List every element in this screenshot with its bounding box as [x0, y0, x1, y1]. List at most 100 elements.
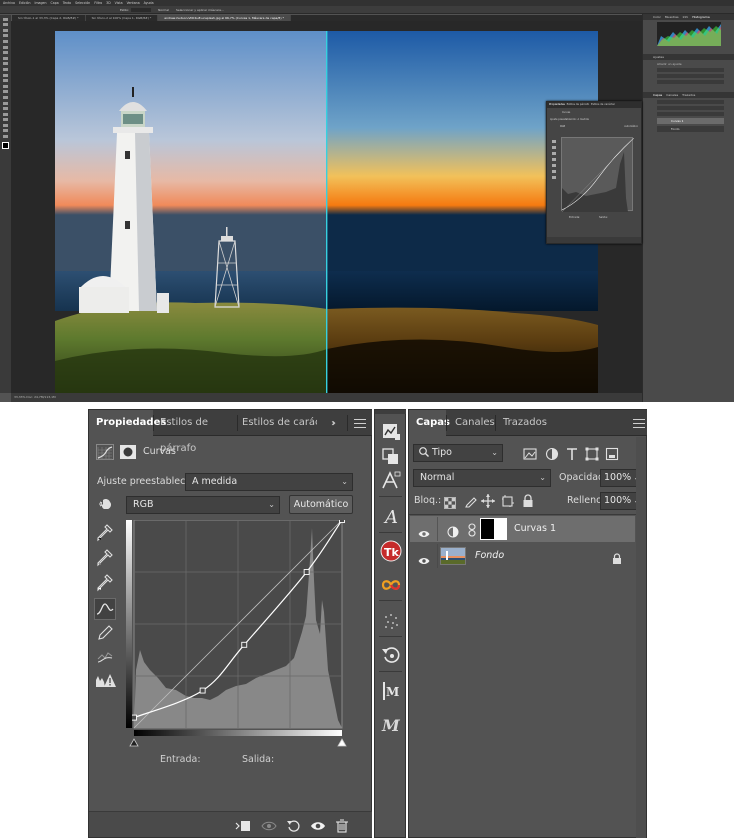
- eyedropper-icon[interactable]: [551, 140, 556, 143]
- white-point-slider-icon[interactable]: [337, 738, 347, 747]
- layer-name[interactable]: Fondo: [475, 550, 504, 561]
- layer-comps-icon[interactable]: [380, 446, 402, 468]
- smooth-curve-icon[interactable]: [96, 647, 114, 665]
- visibility-eye-icon[interactable]: [418, 551, 430, 564]
- curve-points-icon[interactable]: [551, 158, 556, 161]
- adjust-icons-row[interactable]: [657, 68, 724, 72]
- layer-row-mini[interactable]: Curvas 1: [657, 118, 724, 124]
- path-select-icon[interactable]: [3, 112, 8, 116]
- tab-properties[interactable]: Propiedades: [89, 410, 166, 436]
- curve-control-point[interactable]: [199, 687, 206, 694]
- layer-name[interactable]: Curvas 1: [514, 523, 556, 534]
- curve-control-point[interactable]: [303, 569, 310, 575]
- select-mask-button[interactable]: Seleccionar y aplicar máscara...: [176, 6, 224, 14]
- visibility-eye-icon[interactable]: [418, 524, 430, 537]
- curve-control-point[interactable]: [339, 520, 345, 523]
- layer-thumbnail[interactable]: [440, 547, 466, 565]
- pencil-icon[interactable]: [551, 164, 556, 167]
- crop-tool-icon[interactable]: [3, 39, 8, 43]
- filter-adjustment-icon[interactable]: [545, 446, 559, 461]
- layer-filter-mini[interactable]: [657, 100, 724, 104]
- channel-dropdown[interactable]: RGB ⌄: [126, 496, 280, 514]
- tab-adjustments[interactable]: Ajustes: [653, 55, 664, 59]
- lock-row-mini[interactable]: [657, 112, 724, 116]
- shape-tool-icon[interactable]: [3, 118, 8, 122]
- lock-all-icon[interactable]: [522, 493, 534, 507]
- layer-row[interactable]: Fondo: [410, 543, 635, 569]
- tab-swatches[interactable]: Muestras: [665, 15, 679, 19]
- marquee-tool-icon[interactable]: [3, 23, 8, 27]
- float-props-tabs[interactable]: Propiedades Estilos de párrafo Estilos d…: [547, 102, 641, 108]
- more-tools-icon[interactable]: [3, 135, 8, 139]
- plugin-tk-icon[interactable]: Tk: [380, 540, 402, 562]
- tab-info[interactable]: Info: [683, 15, 689, 19]
- tab-layers[interactable]: Capas: [409, 410, 450, 436]
- brush-tool-icon[interactable]: [3, 62, 8, 66]
- style-dropdown[interactable]: [131, 8, 152, 12]
- layers-scrollbar[interactable]: [636, 437, 646, 838]
- lighthouse-photo[interactable]: [55, 31, 598, 393]
- tab-paths[interactable]: Trazados: [682, 93, 695, 97]
- gradient-tool-icon[interactable]: [3, 84, 8, 88]
- lock-transparency-icon[interactable]: [444, 494, 456, 509]
- plugin-lm-icon[interactable]: M: [380, 680, 402, 702]
- healing-tool-icon[interactable]: [3, 56, 8, 60]
- layers-tabs-mini[interactable]: Capas Canales Trazados: [643, 92, 734, 98]
- hand-tool-icon[interactable]: [3, 123, 8, 127]
- strip-grip[interactable]: [375, 410, 406, 414]
- eyedropper-icon[interactable]: [551, 146, 556, 149]
- eyedropper-shadows-icon[interactable]: [96, 524, 114, 542]
- frame-tool-icon[interactable]: [3, 45, 8, 49]
- lock-artboard-icon[interactable]: [501, 493, 515, 507]
- tab-paths[interactable]: Trazados: [497, 410, 549, 436]
- layer-row[interactable]: Curvas 1: [410, 516, 635, 542]
- style-value[interactable]: Normal: [158, 6, 169, 14]
- blend-mode-mini[interactable]: [657, 106, 724, 110]
- float-auto[interactable]: Automático: [624, 124, 638, 129]
- filter-smart-object-icon[interactable]: [605, 446, 619, 461]
- eyedropper-icon[interactable]: [551, 152, 556, 155]
- history-panel-icon[interactable]: [380, 644, 402, 666]
- reset-icon[interactable]: [286, 818, 300, 832]
- black-point-slider-icon[interactable]: [129, 738, 139, 747]
- history-brush-icon[interactable]: [3, 73, 8, 77]
- trash-icon[interactable]: [335, 818, 349, 833]
- layer-row-mini[interactable]: Fondo: [657, 126, 724, 132]
- double-chevron-icon[interactable]: ››: [331, 418, 336, 429]
- curve-control-point[interactable]: [131, 714, 137, 721]
- tab-character-styles[interactable]: Estilos de carácter: [239, 410, 317, 436]
- layer-mask-icon[interactable]: [119, 444, 137, 460]
- float-curve-graph[interactable]: [561, 137, 635, 213]
- filter-shape-icon[interactable]: [585, 446, 599, 461]
- visibility-eye-icon[interactable]: [310, 818, 325, 832]
- tab-channels[interactable]: Canales: [448, 410, 495, 436]
- curves-graph[interactable]: [126, 520, 350, 752]
- clipping-warning-icon[interactable]: [95, 671, 117, 689]
- color-panel-tabs[interactable]: Color Muestras Info Histograma: [643, 14, 734, 20]
- blur-tool-icon[interactable]: [3, 90, 8, 94]
- tab-color[interactable]: Color: [653, 15, 661, 19]
- filter-pixel-icon[interactable]: [523, 446, 537, 460]
- preset-dropdown[interactable]: A medida ⌄: [185, 473, 353, 491]
- plugin-dots-icon[interactable]: [380, 610, 402, 632]
- view-previous-icon[interactable]: [261, 818, 277, 832]
- tab-layers[interactable]: Capas: [653, 93, 662, 97]
- layer-filter-dropdown[interactable]: Tipo ⌄: [413, 444, 503, 462]
- adjust-icons-row[interactable]: [657, 80, 724, 84]
- float-preset-value[interactable]: A medida: [577, 118, 588, 121]
- filter-type-icon[interactable]: [565, 446, 579, 460]
- move-tool-icon[interactable]: [3, 17, 8, 21]
- tab-paragraph-styles[interactable]: Estilos de párrafo: [155, 410, 237, 454]
- eyedropper-highlights-icon[interactable]: [96, 574, 114, 592]
- target-adjust-hand-icon[interactable]: [97, 496, 115, 512]
- glyphs-panel-icon[interactable]: A: [380, 505, 402, 528]
- curve-control-point[interactable]: [241, 641, 248, 648]
- tab-channels[interactable]: Canales: [666, 93, 678, 97]
- character-panel-icon[interactable]: [380, 470, 402, 492]
- eraser-tool-icon[interactable]: [3, 79, 8, 83]
- panel-menu-icon[interactable]: [633, 419, 645, 428]
- clip-to-layer-icon[interactable]: [235, 818, 250, 832]
- stamp-tool-icon[interactable]: [3, 67, 8, 71]
- plugin-infinity-icon[interactable]: [380, 574, 402, 596]
- auto-button[interactable]: Automático: [289, 495, 353, 514]
